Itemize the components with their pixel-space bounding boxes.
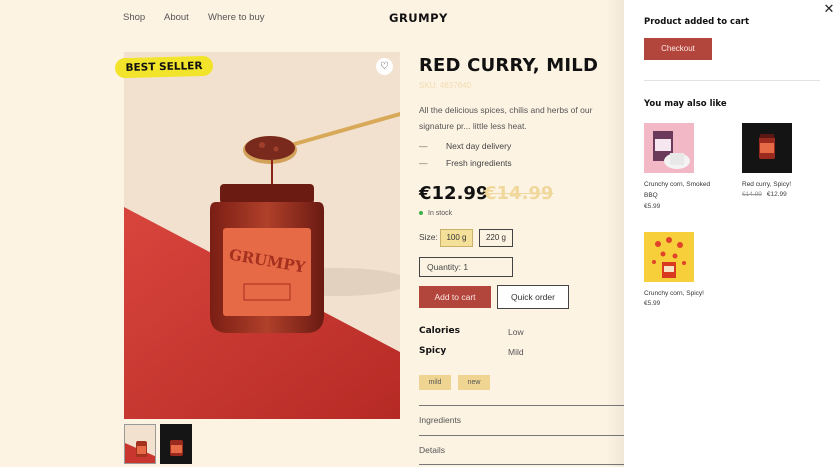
rec-image-corn-spicy-art — [644, 232, 694, 282]
quick-order-button[interactable]: Quick order — [497, 285, 569, 309]
size-label: Size: — [419, 232, 438, 242]
divider — [644, 80, 820, 81]
top-nav: Shop About Where to buy GRUMPY — [0, 0, 624, 36]
product-description: All the delicious spices, chilis and her… — [419, 105, 593, 131]
dot-icon — [419, 211, 423, 216]
rec-image-red-curry-spicy[interactable] — [742, 123, 792, 173]
add-to-cart-button[interactable]: Add to cart — [419, 286, 491, 308]
checkout-button[interactable]: Checkout — [644, 38, 712, 60]
cart-panel-title: Product added to cart — [644, 17, 750, 27]
rec-name-red-curry-spicy[interactable]: Red curry, Spicy! — [742, 179, 818, 190]
product-photo: GRUMPY — [124, 52, 400, 419]
feature-label: Fresh ingredients — [446, 158, 512, 168]
thumbnail-1-image — [125, 425, 155, 463]
brand-logo[interactable]: GRUMPY — [389, 11, 448, 25]
heart-icon[interactable]: ♡ — [376, 58, 393, 75]
tag-mild[interactable]: mild — [419, 375, 451, 390]
thumbnail-2-image — [160, 424, 192, 464]
stock-status: In stock — [419, 210, 452, 217]
feature-item: — Fresh ingredients — [419, 158, 512, 168]
dash-icon: — — [419, 158, 428, 168]
nav-about[interactable]: About — [164, 12, 189, 23]
panel-shadow — [606, 0, 624, 467]
dash-icon: — — [419, 141, 428, 151]
rec-image-corn-spicy[interactable] — [644, 232, 694, 282]
size-option-100g[interactable]: 100 g — [440, 229, 473, 247]
quantity-field[interactable]: Quantity: 1 — [419, 257, 513, 277]
rec-price-red-curry-spicy: €14.99 €12.99 — [742, 191, 787, 198]
rec-old-price: €14.99 — [742, 191, 762, 198]
rec-name-smoked-bbq[interactable]: Crunchy corn, Smoked BBQ — [644, 179, 720, 201]
tag-new[interactable]: new — [458, 375, 490, 390]
rec-current-price: €12.99 — [766, 191, 787, 198]
rec-price-corn-spicy: €5.99 — [644, 300, 661, 307]
cart-panel: ✕ Product added to cart Checkout You may… — [624, 0, 840, 467]
rec-price-smoked-bbq: €5.99 — [644, 203, 661, 210]
price: €12.99 — [419, 183, 489, 204]
old-price: €14.99 — [484, 183, 554, 204]
accordion-ingredients[interactable]: Ingredients — [419, 405, 624, 435]
stock-label: In stock — [428, 210, 453, 217]
rec-image-smoked-bbq-art — [644, 123, 694, 173]
accordion-label: Details — [419, 445, 445, 455]
rec-image-smoked-bbq[interactable] — [644, 123, 694, 173]
product-image[interactable]: GRUMPY — [124, 52, 400, 419]
thumbnail-2[interactable] — [160, 424, 192, 464]
feature-label: Next day delivery — [446, 141, 512, 151]
best-seller-badge: BEST SELLER — [114, 55, 214, 79]
nav-shop[interactable]: Shop — [123, 12, 145, 23]
also-like-heading: You may also like — [644, 99, 727, 109]
thumbnail-1[interactable] — [124, 424, 156, 464]
nav-where-to-buy[interactable]: Where to buy — [208, 12, 265, 23]
attribute-label-spicy: Spicy — [419, 346, 447, 356]
attribute-value-calories: Low — [508, 327, 524, 337]
product-sku: SKU: 4837640 — [419, 81, 472, 90]
product-title: RED CURRY, MILD — [419, 55, 599, 76]
close-icon[interactable]: ✕ — [821, 2, 837, 18]
rec-image-red-curry-spicy-art — [742, 123, 792, 173]
accordion-details[interactable]: Details — [419, 435, 624, 465]
size-option-220g[interactable]: 220 g — [479, 229, 513, 247]
attribute-value-spicy: Mild — [508, 347, 524, 357]
rec-name-corn-spicy[interactable]: Crunchy corn, Spicy! — [644, 288, 720, 299]
accordion-label: Ingredients — [419, 415, 462, 425]
attribute-label-calories: Calories — [419, 326, 460, 336]
feature-item: — Next day delivery — [419, 141, 511, 151]
